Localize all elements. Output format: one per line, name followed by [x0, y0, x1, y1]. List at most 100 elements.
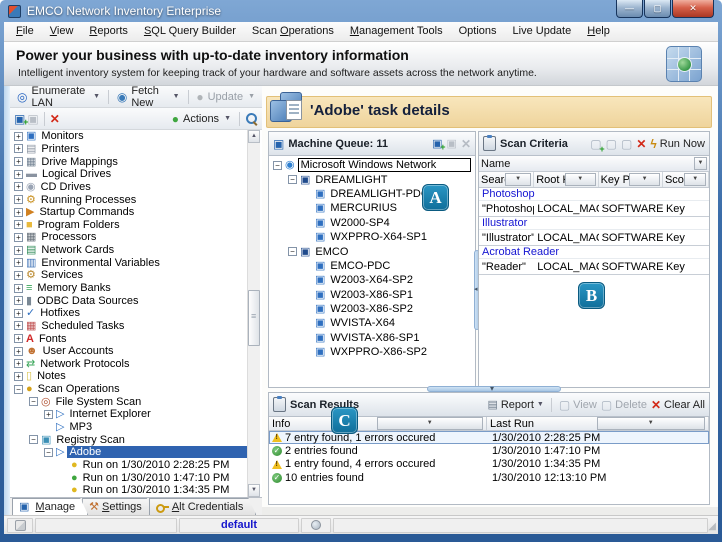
collapse-icon[interactable]: −	[273, 161, 282, 170]
add-machine-icon[interactable]: ▣	[14, 113, 25, 125]
expand-icon[interactable]: +	[14, 309, 23, 318]
chevron-down-icon[interactable]: ▼	[377, 417, 484, 430]
criteria-group-row[interactable]: Acrobat Reader	[479, 246, 709, 259]
tree-item-network-protocols[interactable]: +⇄Network Protocols	[10, 358, 248, 371]
machine-item-wvista-x64[interactable]: ▣WVISTA-X64	[269, 316, 475, 330]
tree-item-scan-operations[interactable]: −●Scan Operations	[10, 383, 248, 396]
tree-item-registry-scan[interactable]: −▣Registry Scan	[10, 433, 248, 446]
scroll-thumb[interactable]	[248, 290, 260, 346]
chevron-down-icon[interactable]: ▼	[629, 173, 660, 186]
criteria-group-row[interactable]: Illustrator	[479, 217, 709, 230]
last-run-column-header[interactable]: Last Run ▼	[487, 417, 709, 430]
menu-item-help[interactable]: Help	[579, 22, 618, 41]
chevron-down-icon[interactable]: ▼	[505, 173, 531, 186]
result-row[interactable]: ✓10 entries found1/30/2010 12:13:10 PM	[269, 471, 709, 484]
tree-item-processors[interactable]: +▦Processors	[10, 231, 248, 244]
scroll-up-icon[interactable]: ▲	[248, 130, 260, 143]
tab-alt-credentials[interactable]: Alt Credentials	[149, 498, 257, 515]
expand-icon[interactable]: +	[14, 144, 23, 153]
tab-settings[interactable]: ⚒Settings	[82, 498, 155, 515]
chevron-down-icon[interactable]: ▼	[684, 173, 706, 186]
tree-item-file-system-scan[interactable]: −◎File System Scan	[10, 395, 248, 408]
close-button[interactable]: ✕	[672, 0, 714, 18]
tree-item-network-cards[interactable]: +▤Network Cards	[10, 244, 248, 257]
expand-icon[interactable]: +	[14, 296, 23, 305]
menu-item-live-update[interactable]: Live Update	[505, 22, 580, 41]
tree-item-printers[interactable]: +▤Printers	[10, 143, 248, 156]
collapse-icon[interactable]: −	[14, 385, 23, 394]
expand-icon[interactable]: +	[14, 372, 23, 381]
tree-item-internet-explorer[interactable]: +▷Internet Explorer	[10, 408, 248, 421]
remove-machine-icon[interactable]: ▣	[27, 113, 38, 125]
search-icon[interactable]	[245, 112, 258, 125]
tree-item-drive-mappings[interactable]: +▦Drive Mappings	[10, 155, 248, 168]
criteria-row[interactable]: "Illustrator"LOCAL_MACH...SOFTWAREKey	[479, 230, 709, 246]
expand-icon[interactable]: +	[14, 347, 23, 356]
machine-item-w2003-x86-sp2[interactable]: ▣W2003-X86-SP2	[269, 302, 475, 316]
filter-column-0[interactable]: Search ...▼	[479, 172, 534, 187]
criteria-group-row[interactable]: Photoshop	[479, 188, 709, 201]
title-bar[interactable]: EMCO Network Inventory Enterprise	[0, 0, 722, 22]
machine-item-w2003-x64-sp2[interactable]: ▣W2003-X64-SP2	[269, 273, 475, 287]
expand-icon[interactable]: +	[14, 359, 23, 368]
machine-item-microsoft-windows-network[interactable]: −◉Microsoft Windows Network	[269, 158, 475, 172]
tree-item-environmental-variables[interactable]: +▥Environmental Variables	[10, 256, 248, 269]
tree-item-program-folders[interactable]: +■Program Folders	[10, 218, 248, 231]
tree-item-user-accounts[interactable]: +☻User Accounts	[10, 345, 248, 358]
run-now-button[interactable]: ϟ Run Now	[650, 137, 705, 151]
chevron-down-icon[interactable]: ▼	[694, 157, 707, 170]
view-button[interactable]: ▢ View	[559, 398, 597, 412]
tree-scrollbar[interactable]: ▲ ▼	[247, 130, 260, 497]
collapse-icon[interactable]: −	[288, 175, 297, 184]
filter-column-3[interactable]: Scop...▼	[663, 172, 709, 187]
close-queue-icon[interactable]: ✕	[461, 137, 471, 151]
expand-icon[interactable]: +	[14, 195, 23, 204]
machine-icon[interactable]: ▣	[447, 138, 457, 150]
tree-item-logical-drives[interactable]: +▬Logical Drives	[10, 168, 248, 181]
new-criteria-icon[interactable]: ▢	[590, 137, 601, 151]
tab-manage[interactable]: ▣Manage	[12, 498, 88, 515]
tree-item-fonts[interactable]: +AFonts	[10, 332, 248, 345]
tree-item-cd-drives[interactable]: +◉CD Drives	[10, 181, 248, 194]
tree-item-memory-banks[interactable]: +≡Memory Banks	[10, 282, 248, 295]
delete-criteria-icon[interactable]: ✕	[636, 137, 646, 151]
tree-item-mp3[interactable]: ▷MP3	[10, 421, 248, 434]
copy-criteria-icon[interactable]: ▢	[621, 137, 632, 151]
tree-item-notes[interactable]: +▯Notes	[10, 370, 248, 383]
chevron-down-icon[interactable]: ▼	[565, 173, 596, 186]
expand-icon[interactable]: +	[14, 208, 23, 217]
actions-button[interactable]: ● Actions ▼	[169, 112, 234, 126]
edit-criteria-icon[interactable]: ▢	[606, 137, 617, 151]
machine-item-w2000-sp4[interactable]: ▣W2000-SP4	[269, 216, 475, 230]
maximize-button[interactable]: ▢	[644, 0, 671, 18]
menu-item-view[interactable]: View	[42, 22, 82, 41]
result-row[interactable]: 1 entry found, 4 errors occured1/30/2010…	[269, 458, 709, 471]
tree-item-run-on-1-30-2010-1-34-35-pm[interactable]: ●Run on 1/30/2010 1:34:35 PM	[10, 484, 248, 497]
menu-item-file[interactable]: File	[8, 22, 42, 41]
criteria-row[interactable]: "Photoshop"LOCAL_MACH...SOFTWAREKey	[479, 201, 709, 217]
machine-item-w2003-x86-sp1[interactable]: ▣W2003-X86-SP1	[269, 288, 475, 302]
clear-all-button[interactable]: ✕ Clear All	[651, 398, 705, 412]
tree-item-services[interactable]: +⚙Services	[10, 269, 248, 282]
machine-item-wvista-x86-sp1[interactable]: ▣WVISTA-X86-SP1	[269, 331, 475, 345]
collapse-icon[interactable]: −	[29, 397, 38, 406]
collapse-icon[interactable]: −	[44, 448, 53, 457]
menu-item-reports[interactable]: Reports	[81, 22, 136, 41]
expand-icon[interactable]: +	[14, 284, 23, 293]
filter-column-1[interactable]: Root Key(s)▼	[534, 172, 598, 187]
tree-item-odbc-data-sources[interactable]: +▮ODBC Data Sources	[10, 294, 248, 307]
resize-grip[interactable]: ◢	[708, 521, 716, 532]
expand-icon[interactable]: +	[14, 233, 23, 242]
expand-icon[interactable]: +	[14, 220, 23, 229]
tree-item-run-on-1-30-2010-2-28-25-pm[interactable]: ●Run on 1/30/2010 2:28:25 PM	[10, 459, 248, 472]
machine-item-emco-pdc[interactable]: ▣EMCO-PDC	[269, 259, 475, 273]
info-column-header[interactable]: Info ▼	[269, 417, 487, 430]
tree-item-run-on-1-30-2010-1-47-10-pm[interactable]: ●Run on 1/30/2010 1:47:10 PM	[10, 471, 248, 484]
menu-item-options[interactable]: Options	[451, 22, 505, 41]
delete-button[interactable]: ▢ Delete	[601, 398, 647, 412]
collapse-icon[interactable]: −	[29, 435, 38, 444]
expand-icon[interactable]: +	[44, 410, 53, 419]
expand-icon[interactable]: +	[14, 258, 23, 267]
expand-icon[interactable]: +	[14, 246, 23, 255]
tree-item-hotfixes[interactable]: +✓Hotfixes	[10, 307, 248, 320]
